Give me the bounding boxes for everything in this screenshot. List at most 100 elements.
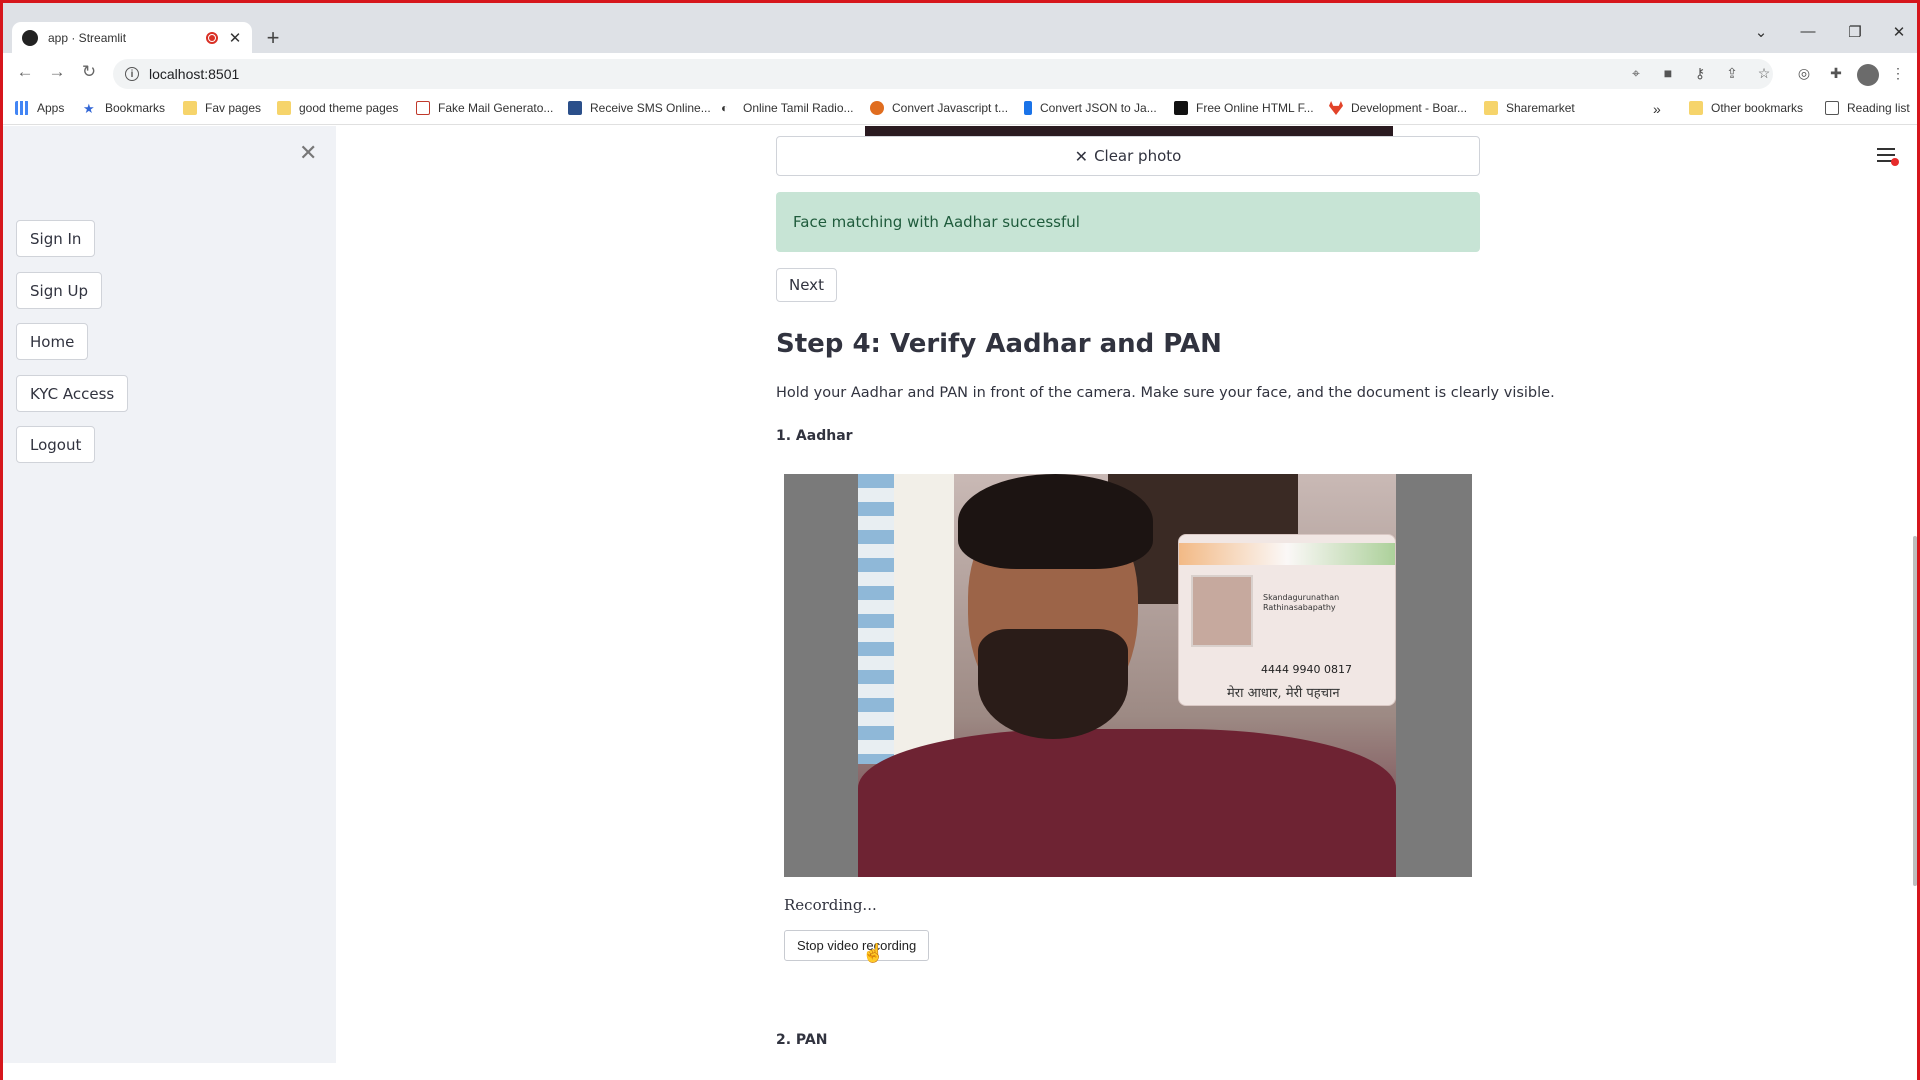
url-text: localhost:8501	[149, 66, 240, 82]
person-beard	[978, 629, 1128, 739]
bookmark-label: Sharemarket	[1506, 101, 1575, 115]
restore-icon[interactable]: ❐	[1843, 23, 1867, 41]
section-aadhar-label: 1. Aadhar	[776, 428, 853, 444]
instructions-text: Hold your Aadhar and PAN in front of the…	[776, 385, 1555, 401]
bookmark-label: Convert JSON to Ja...	[1040, 101, 1157, 115]
address-bar[interactable]: i localhost:8501	[113, 59, 1773, 89]
mouse-cursor-icon: ☝	[862, 943, 885, 963]
bookmark-fake-mail[interactable]: Fake Mail Generato...	[416, 101, 553, 115]
bookmarks-bar: Apps ★ Bookmarks Fav pages good theme pa…	[3, 95, 1917, 125]
mail-icon	[416, 101, 430, 115]
card-holder-name: Skandagurunathan Rathinasabapathy	[1263, 593, 1340, 612]
minimize-icon[interactable]: —	[1796, 23, 1820, 40]
bookmark-label: Free Online HTML F...	[1196, 101, 1314, 115]
bookmark-development[interactable]: Development - Boar...	[1329, 101, 1467, 115]
bookmark-html-formatter[interactable]: Free Online HTML F...	[1174, 101, 1314, 115]
location-icon[interactable]: ⌖	[1626, 65, 1646, 85]
recording-status: Recording...	[784, 896, 877, 914]
bookmark-tamil-radio[interactable]: ◐ Online Tamil Radio...	[721, 101, 854, 115]
share-icon[interactable]: ⇪	[1722, 65, 1742, 85]
step-heading: Step 4: Verify Aadhar and PAN	[776, 329, 1222, 359]
bookmark-good-theme-pages[interactable]: good theme pages	[277, 101, 398, 115]
scrollbar-thumb[interactable]	[1913, 536, 1917, 886]
star-icon: ★	[83, 101, 95, 116]
reading-list[interactable]: Reading list	[1825, 101, 1910, 115]
bookmark-convert-json[interactable]: Convert JSON to Ja...	[1024, 101, 1157, 115]
bookmark-label: good theme pages	[299, 101, 399, 115]
bookmark-receive-sms[interactable]: Receive SMS Online...	[568, 101, 711, 115]
bookmark-label: Other bookmarks	[1711, 101, 1804, 115]
bookmark-label: Convert Javascript t...	[892, 101, 1009, 115]
folder-icon	[1484, 101, 1498, 115]
back-icon[interactable]: ←	[13, 62, 37, 82]
main-menu-icon[interactable]	[1877, 148, 1899, 166]
captured-photo	[865, 126, 1393, 136]
bookmark-other[interactable]: Other bookmarks	[1689, 101, 1803, 115]
aadhar-card: Skandagurunathan Rathinasabapathy 4444 9…	[1178, 534, 1396, 706]
key-icon[interactable]: ⚷	[1690, 65, 1710, 85]
bookmark-convert-js[interactable]: Convert Javascript t...	[870, 101, 1008, 115]
bookmark-label: Receive SMS Online...	[590, 101, 711, 115]
card-photo	[1191, 575, 1253, 647]
card-number: 4444 9940 0817	[1261, 663, 1352, 676]
tab-close-icon[interactable]: ✕	[228, 29, 242, 47]
home-button[interactable]: Home	[16, 323, 89, 360]
profile-avatar[interactable]	[1857, 64, 1879, 86]
notification-dot	[1891, 158, 1899, 166]
sync-icon[interactable]: ◎	[1794, 65, 1814, 85]
bookmarks-overflow-icon[interactable]: »	[1653, 101, 1661, 117]
kyc-access-button[interactable]: KYC Access	[16, 375, 129, 412]
convert-icon	[870, 101, 884, 115]
sms-icon	[568, 101, 582, 115]
browser-toolbar: ← → ↻ i localhost:8501 ⌖ ■ ⚷ ⇪ ☆ ◎ ✚ ⋮	[3, 53, 1917, 95]
bookmark-apps[interactable]: Apps	[15, 101, 64, 115]
stop-recording-button[interactable]: Stop video recording	[784, 930, 930, 961]
streamlit-favicon-icon	[22, 29, 38, 46]
next-button[interactable]: Next	[776, 268, 837, 302]
tab-strip: app · Streamlit ✕ + ⌄ — ❐ ✕	[3, 3, 1917, 53]
forward-icon[interactable]: →	[45, 62, 69, 82]
sign-up-button[interactable]: Sign Up	[16, 272, 102, 309]
logout-button[interactable]: Logout	[16, 426, 96, 463]
streamlit-app: ✕ Sign In Sign Up Home KYC Access Logout…	[3, 126, 1917, 1063]
browser-window: app · Streamlit ✕ + ⌄ — ❐ ✕ ← → ↻ i loca…	[0, 0, 1920, 1080]
bookmark-star-icon[interactable]: ☆	[1754, 65, 1774, 85]
reload-icon[interactable]: ↻	[77, 62, 101, 82]
browser-tab[interactable]: app · Streamlit ✕	[12, 22, 252, 53]
sidebar: ✕ Sign In Sign Up Home KYC Access Logout	[3, 126, 336, 1063]
apps-grid-icon	[15, 101, 29, 115]
folder-icon	[183, 101, 197, 115]
bookmark-label: Apps	[37, 101, 65, 115]
radio-icon: ◐	[721, 101, 729, 115]
reading-list-icon	[1825, 101, 1839, 115]
clear-photo-label: Clear photo	[1094, 147, 1182, 165]
folder-icon	[277, 101, 291, 115]
clear-photo-button[interactable]: ✕ Clear photo	[776, 136, 1480, 176]
html-icon	[1174, 101, 1188, 115]
camera-icon[interactable]: ■	[1658, 65, 1678, 85]
bookmark-bookmarks[interactable]: ★ Bookmarks	[83, 101, 166, 116]
close-icon: ✕	[1074, 146, 1089, 166]
folder-icon	[1689, 101, 1703, 115]
site-info-icon[interactable]: i	[125, 67, 139, 81]
sidebar-close-icon[interactable]: ✕	[299, 140, 317, 166]
extensions-icon[interactable]: ✚	[1826, 65, 1846, 85]
bookmark-label: Reading list	[1847, 101, 1910, 115]
bookmark-sharemarket[interactable]: Sharemarket	[1484, 101, 1575, 115]
tab-search-icon[interactable]: ⌄	[1749, 23, 1773, 41]
bookmark-fav-pages[interactable]: Fav pages	[183, 101, 261, 115]
section-pan-label: 2. PAN	[776, 1032, 828, 1048]
curtain	[858, 474, 894, 764]
bookmark-label: Development - Boar...	[1351, 101, 1468, 115]
json-icon	[1024, 101, 1032, 115]
bookmark-label: Fake Mail Generato...	[438, 101, 554, 115]
new-tab-icon[interactable]: +	[261, 25, 285, 51]
close-window-icon[interactable]: ✕	[1887, 23, 1911, 41]
card-motto: मेरा आधार, मेरी पहचान	[1227, 686, 1340, 701]
sign-in-button[interactable]: Sign In	[16, 220, 96, 257]
card-tricolor-band	[1179, 543, 1395, 565]
bookmark-label: Fav pages	[205, 101, 262, 115]
bookmark-label: Bookmarks	[105, 101, 166, 115]
tab-title: app · Streamlit	[48, 30, 127, 45]
menu-dots-icon[interactable]: ⋮	[1888, 65, 1908, 85]
